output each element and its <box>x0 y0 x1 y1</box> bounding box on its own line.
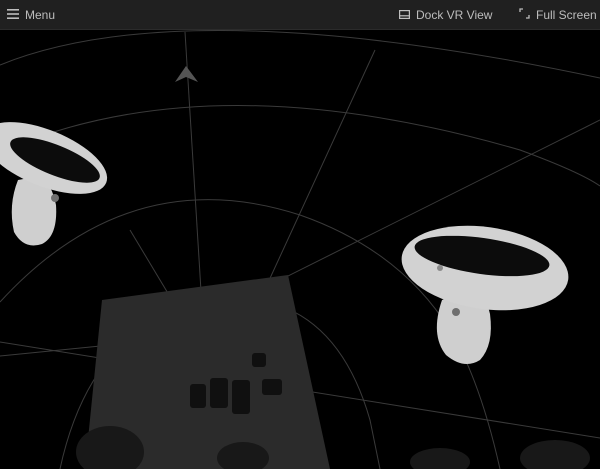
direction-arrow-icon <box>175 66 198 82</box>
top-toolbar: Menu Dock VR View Full Screen <box>0 0 600 30</box>
hamburger-icon <box>7 8 19 22</box>
dock-vr-view-button[interactable]: Dock VR View <box>399 0 492 30</box>
fullscreen-expand-icon <box>519 8 530 22</box>
menu-button[interactable]: Menu <box>7 0 55 30</box>
dock-window-icon <box>399 8 411 22</box>
full-screen-label: Full Screen <box>536 8 597 22</box>
right-controller <box>401 225 569 364</box>
full-screen-button[interactable]: Full Screen <box>519 0 597 30</box>
vr-viewer-app: Menu Dock VR View Full Screen <box>0 0 600 469</box>
dock-vr-view-label: Dock VR View <box>416 8 493 22</box>
menu-label: Menu <box>25 8 56 22</box>
vr-viewport[interactable] <box>0 30 600 469</box>
